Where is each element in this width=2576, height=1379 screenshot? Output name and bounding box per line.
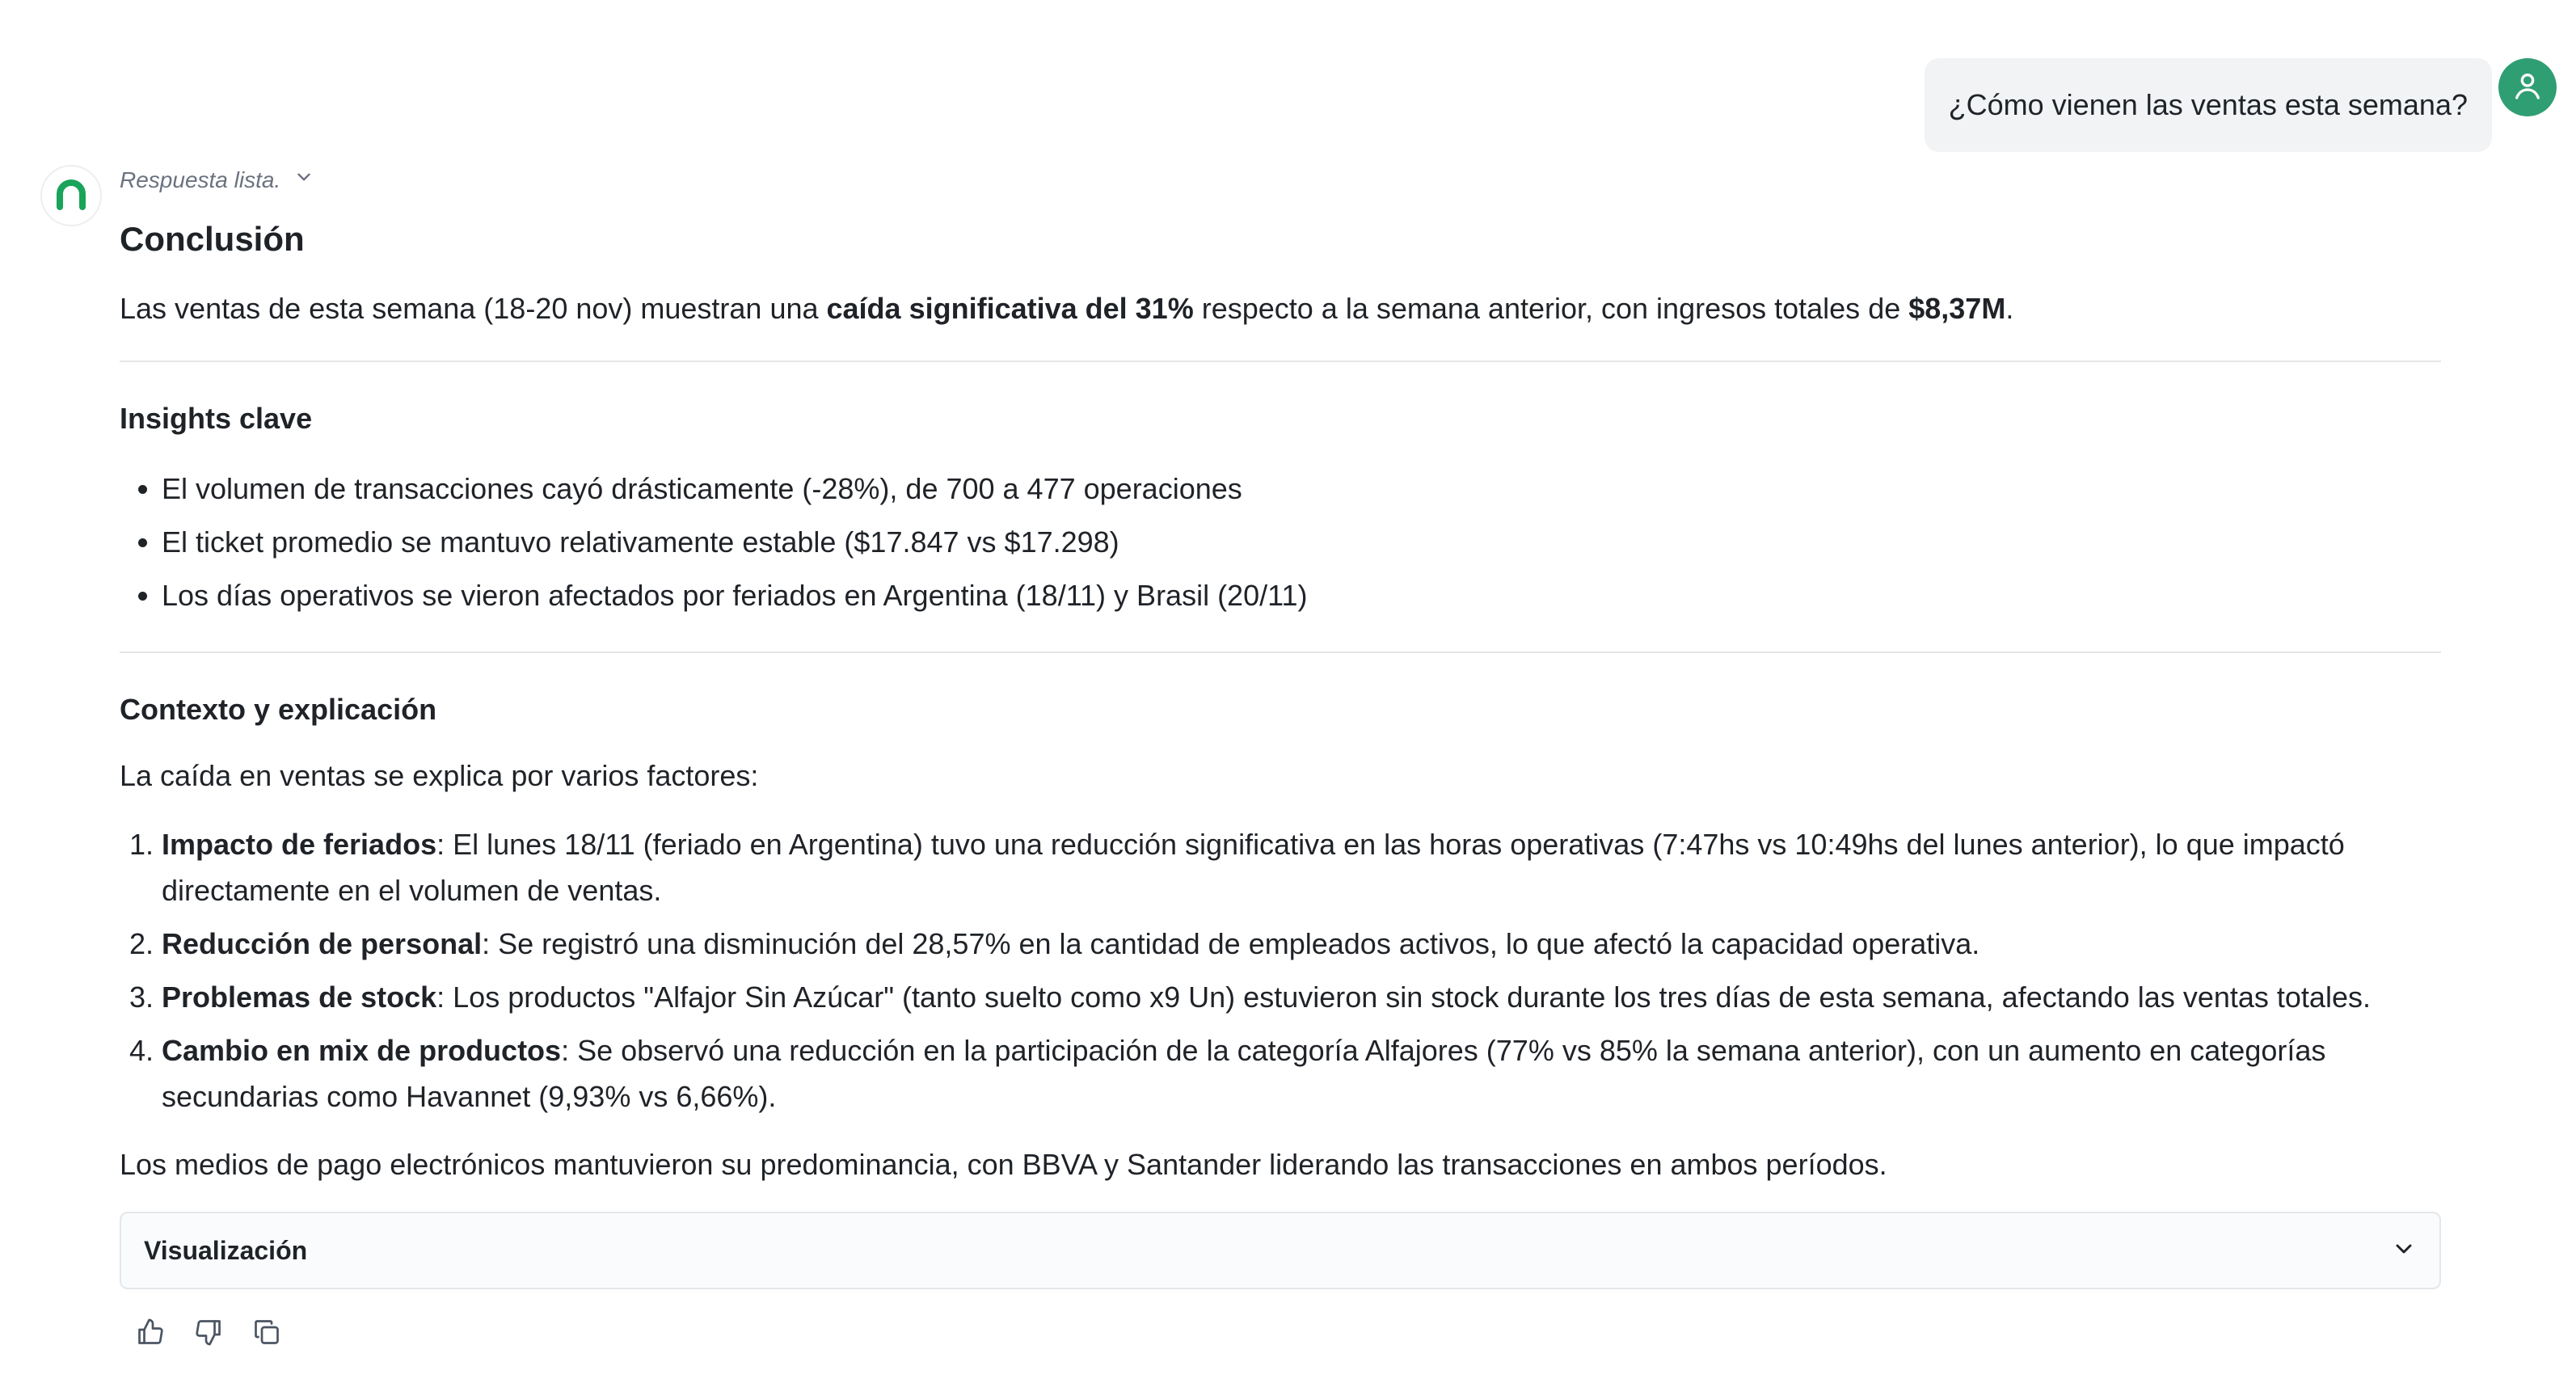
list-item: Los días operativos se vieron afectados …: [162, 569, 2441, 622]
list-item: Reducción de personal: Se registró una d…: [162, 921, 2441, 967]
chevron-down-icon: [293, 167, 314, 193]
user-message-bubble: ¿Cómo vienen las ventas esta semana?: [1924, 58, 2492, 152]
chevron-down-icon: [2391, 1236, 2417, 1266]
conclusion-highlight-revenue: $8,37M: [1908, 292, 2006, 325]
copy-button[interactable]: [249, 1316, 285, 1352]
conclusion-heading: Conclusión: [120, 220, 305, 258]
context-closing: Los medios de pago electrónicos mantuvie…: [120, 1148, 1887, 1181]
list-item: Problemas de stock: Los productos "Alfaj…: [162, 974, 2441, 1020]
thumbs-up-button[interactable]: [133, 1316, 168, 1352]
context-intro: La caída en ventas se explica por varios…: [120, 759, 759, 792]
user-avatar: [2498, 58, 2557, 116]
factors-list: Impacto de feriados: El lunes 18/11 (fer…: [120, 821, 2441, 1120]
assistant-response: Conclusión Las ventas de esta semana (18…: [120, 213, 2441, 1289]
list-item: El ticket promedio se mantuvo relativame…: [162, 516, 2441, 569]
conclusion-text: Las ventas de esta semana (18-20 nov) mu…: [120, 292, 2014, 325]
list-item: El volumen de transacciones cayó drástic…: [162, 462, 2441, 516]
assistant-avatar: [40, 165, 102, 226]
section-divider: [120, 361, 2441, 362]
brand-logo-icon: [53, 176, 89, 216]
thumbs-down-icon: [194, 1318, 223, 1351]
list-item: Impacto de feriados: El lunes 18/11 (fer…: [162, 821, 2441, 913]
user-icon: [2511, 70, 2544, 106]
visualization-accordion[interactable]: Visualización: [120, 1212, 2441, 1289]
context-heading: Contexto y explicación: [120, 693, 437, 726]
response-status-toggle[interactable]: Respuesta lista.: [120, 167, 314, 193]
section-divider: [120, 652, 2441, 653]
user-message-text: ¿Cómo vienen las ventas esta semana?: [1948, 88, 2468, 121]
thumbs-down-button[interactable]: [191, 1316, 226, 1352]
response-status-text: Respuesta lista.: [120, 167, 281, 192]
conclusion-highlight-drop: caída significativa del 31%: [826, 292, 1194, 325]
message-actions: [133, 1316, 285, 1352]
list-item: Cambio en mix de productos: Se observó u…: [162, 1027, 2441, 1120]
visualization-label: Visualización: [144, 1235, 308, 1265]
thumbs-up-icon: [136, 1318, 165, 1351]
insights-heading: Insights clave: [120, 402, 313, 435]
insights-list: El volumen de transacciones cayó drástic…: [120, 462, 2441, 622]
copy-icon: [252, 1318, 281, 1351]
